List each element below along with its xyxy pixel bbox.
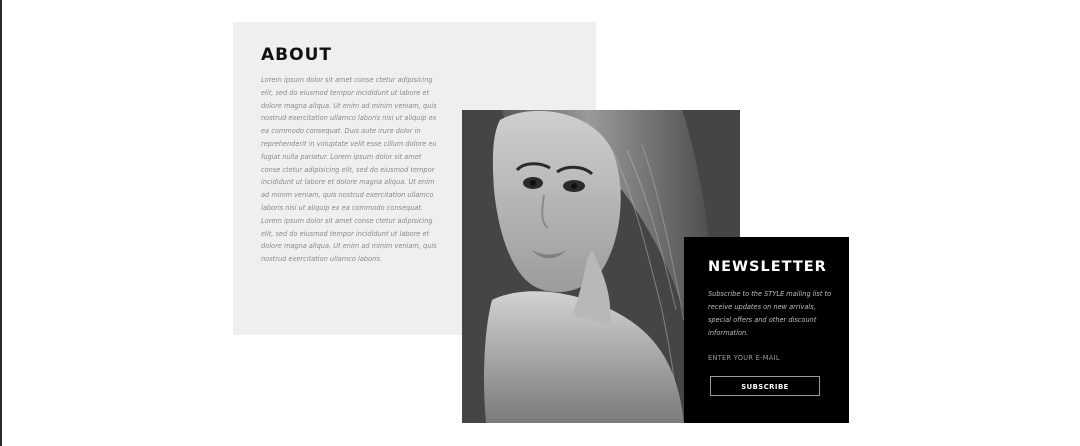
newsletter-description: Subscribe to the STYLE mailing list to r…: [708, 290, 832, 337]
subscribe-button[interactable]: SUBSCRIBE: [710, 376, 820, 396]
email-input[interactable]: [708, 352, 826, 364]
newsletter-section: NEWSLETTER Subscribe to the STYLE mailin…: [684, 237, 849, 423]
about-title: ABOUT: [261, 45, 332, 65]
about-body-text: Lorem ipsum dolor sit amet conse ctetur …: [261, 76, 437, 264]
page-left-border: [0, 0, 2, 446]
newsletter-title: NEWSLETTER: [708, 259, 827, 275]
